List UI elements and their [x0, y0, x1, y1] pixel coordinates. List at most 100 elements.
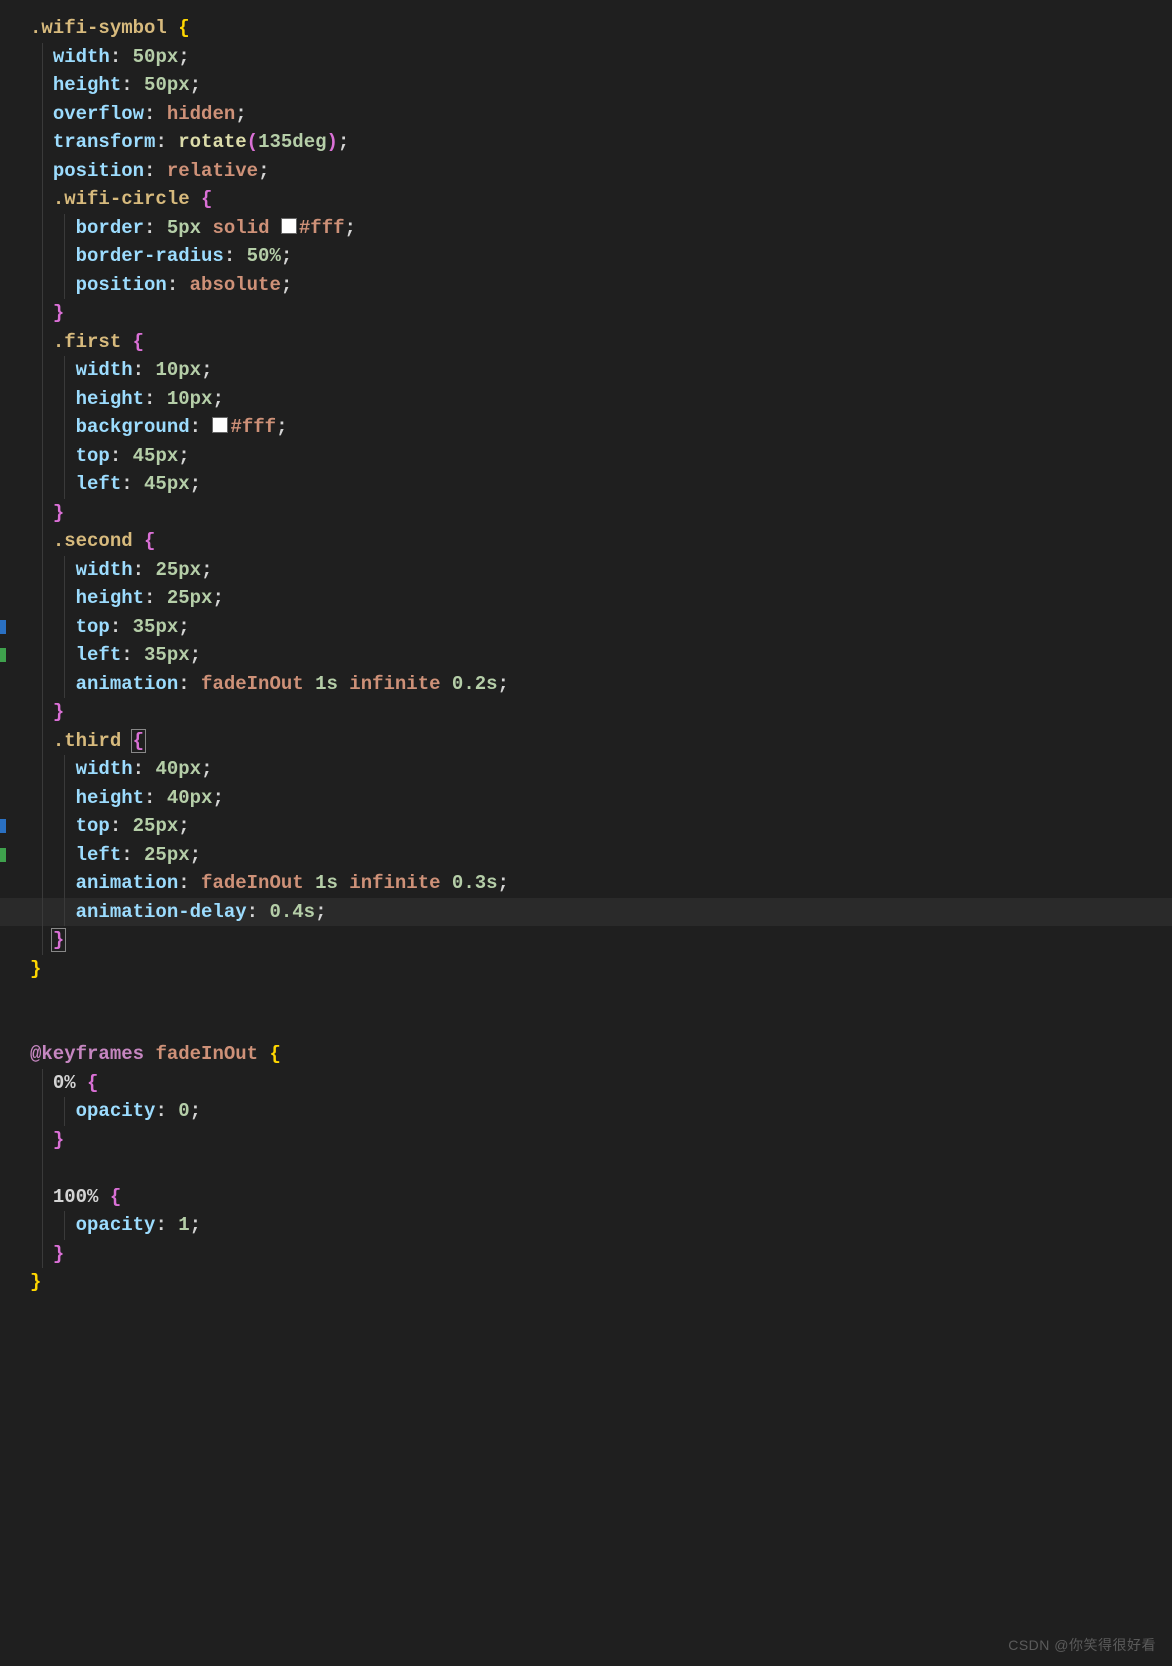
token-brace-box: }	[51, 928, 66, 952]
token-colon: :	[144, 787, 167, 809]
token-ident: fadeInOut	[155, 1043, 269, 1065]
token-unit: s	[326, 872, 337, 894]
indent-guide	[42, 157, 43, 186]
token-func: rotate	[178, 131, 246, 153]
token-unit: px	[167, 74, 190, 96]
code-line[interactable]: }	[0, 299, 1172, 328]
line-content: .second {	[30, 527, 155, 556]
indent-guide	[64, 385, 65, 414]
token-colon: :	[144, 217, 167, 239]
indent-guide	[42, 499, 43, 528]
code-line[interactable]: position: relative;	[0, 157, 1172, 186]
indent-guide	[42, 898, 43, 927]
token-semi: ;	[190, 74, 201, 96]
color-swatch-icon[interactable]	[212, 417, 228, 433]
line-content: 100% {	[30, 1183, 121, 1212]
code-line[interactable]: }	[0, 926, 1172, 955]
code-line[interactable]	[0, 1154, 1172, 1183]
token-num: 0.2	[452, 673, 486, 695]
token-semi: ;	[178, 616, 189, 638]
token-semi: ;	[258, 160, 269, 182]
code-line[interactable]: transform: rotate(135deg);	[0, 128, 1172, 157]
token-colon: :	[144, 587, 167, 609]
code-line[interactable]: top: 25px;	[0, 812, 1172, 841]
token-colon: :	[144, 388, 167, 410]
code-line[interactable]: border-radius: 50%;	[0, 242, 1172, 271]
token-brace: {	[201, 188, 212, 210]
code-line[interactable]: }	[0, 955, 1172, 984]
code-line[interactable]: animation-delay: 0.4s;	[0, 898, 1172, 927]
code-line[interactable]: .wifi-circle {	[0, 185, 1172, 214]
token-sel: .third	[53, 730, 133, 752]
token-unit: s	[486, 872, 497, 894]
code-line[interactable]: left: 25px;	[0, 841, 1172, 870]
code-line[interactable]: height: 10px;	[0, 385, 1172, 414]
indent-guide	[64, 755, 65, 784]
code-line[interactable]: height: 40px;	[0, 784, 1172, 813]
code-line[interactable]: position: absolute;	[0, 271, 1172, 300]
token-num: 25	[155, 559, 178, 581]
color-swatch-icon[interactable]	[281, 218, 297, 234]
code-line[interactable]: overflow: hidden;	[0, 100, 1172, 129]
code-line[interactable]: .first {	[0, 328, 1172, 357]
code-line[interactable]: width: 40px;	[0, 755, 1172, 784]
indent-guide	[42, 1154, 43, 1183]
indent-guide	[42, 1211, 43, 1240]
indent-guide	[42, 128, 43, 157]
token-unit: %	[269, 245, 280, 267]
token-ident: fadeInOut	[201, 872, 315, 894]
code-line[interactable]: animation: fadeInOut 1s infinite 0.2s;	[0, 670, 1172, 699]
code-line[interactable]: .wifi-symbol {	[0, 14, 1172, 43]
code-line[interactable]: width: 10px;	[0, 356, 1172, 385]
code-line[interactable]: 100% {	[0, 1183, 1172, 1212]
code-line[interactable]: }	[0, 1126, 1172, 1155]
line-content: border-radius: 50%;	[30, 242, 292, 271]
token-colon: :	[178, 872, 201, 894]
indent-guide	[64, 442, 65, 471]
token-kw: absolute	[190, 274, 281, 296]
token-kw: relative	[167, 160, 258, 182]
code-line[interactable]: opacity: 1;	[0, 1211, 1172, 1240]
token-semi: ;	[212, 388, 223, 410]
code-line[interactable]	[0, 1012, 1172, 1041]
line-content: width: 25px;	[30, 556, 212, 585]
token-num: 0	[178, 1100, 189, 1122]
code-line[interactable]: .third {	[0, 727, 1172, 756]
code-line[interactable]: background: #fff;	[0, 413, 1172, 442]
token-brace: }	[53, 302, 64, 324]
code-line[interactable]: height: 25px;	[0, 584, 1172, 613]
code-editor[interactable]: .wifi-symbol { width: 50px; height: 50px…	[0, 0, 1172, 1311]
token-colon: :	[110, 445, 133, 467]
code-line[interactable]: animation: fadeInOut 1s infinite 0.3s;	[0, 869, 1172, 898]
code-line[interactable]: width: 50px;	[0, 43, 1172, 72]
code-line[interactable]: .second {	[0, 527, 1172, 556]
token-hex: #fff	[230, 416, 276, 438]
code-line[interactable]: left: 35px;	[0, 641, 1172, 670]
code-line[interactable]: border: 5px solid #fff;	[0, 214, 1172, 243]
line-content: .third {	[30, 727, 146, 756]
code-line[interactable]: top: 35px;	[0, 613, 1172, 642]
code-line[interactable]	[0, 983, 1172, 1012]
token-prop: height	[76, 388, 144, 410]
code-line[interactable]: }	[0, 1268, 1172, 1297]
code-line[interactable]: 0% {	[0, 1069, 1172, 1098]
code-line[interactable]: }	[0, 1240, 1172, 1269]
code-line[interactable]: width: 25px;	[0, 556, 1172, 585]
code-line[interactable]: height: 50px;	[0, 71, 1172, 100]
token-unit: px	[155, 616, 178, 638]
code-line[interactable]: }	[0, 698, 1172, 727]
code-line[interactable]: left: 45px;	[0, 470, 1172, 499]
token-colon	[441, 673, 452, 695]
code-line[interactable]: }	[0, 499, 1172, 528]
token-prop: position	[76, 274, 167, 296]
token-semi: ;	[345, 217, 356, 239]
token-prop: top	[76, 616, 110, 638]
token-prop: transform	[53, 131, 156, 153]
indent-guide	[42, 185, 43, 214]
line-content: top: 35px;	[30, 613, 190, 642]
code-line[interactable]: top: 45px;	[0, 442, 1172, 471]
line-content: }	[30, 499, 64, 528]
code-line[interactable]: opacity: 0;	[0, 1097, 1172, 1126]
token-paren: )	[327, 131, 338, 153]
code-line[interactable]: @keyframes fadeInOut {	[0, 1040, 1172, 1069]
